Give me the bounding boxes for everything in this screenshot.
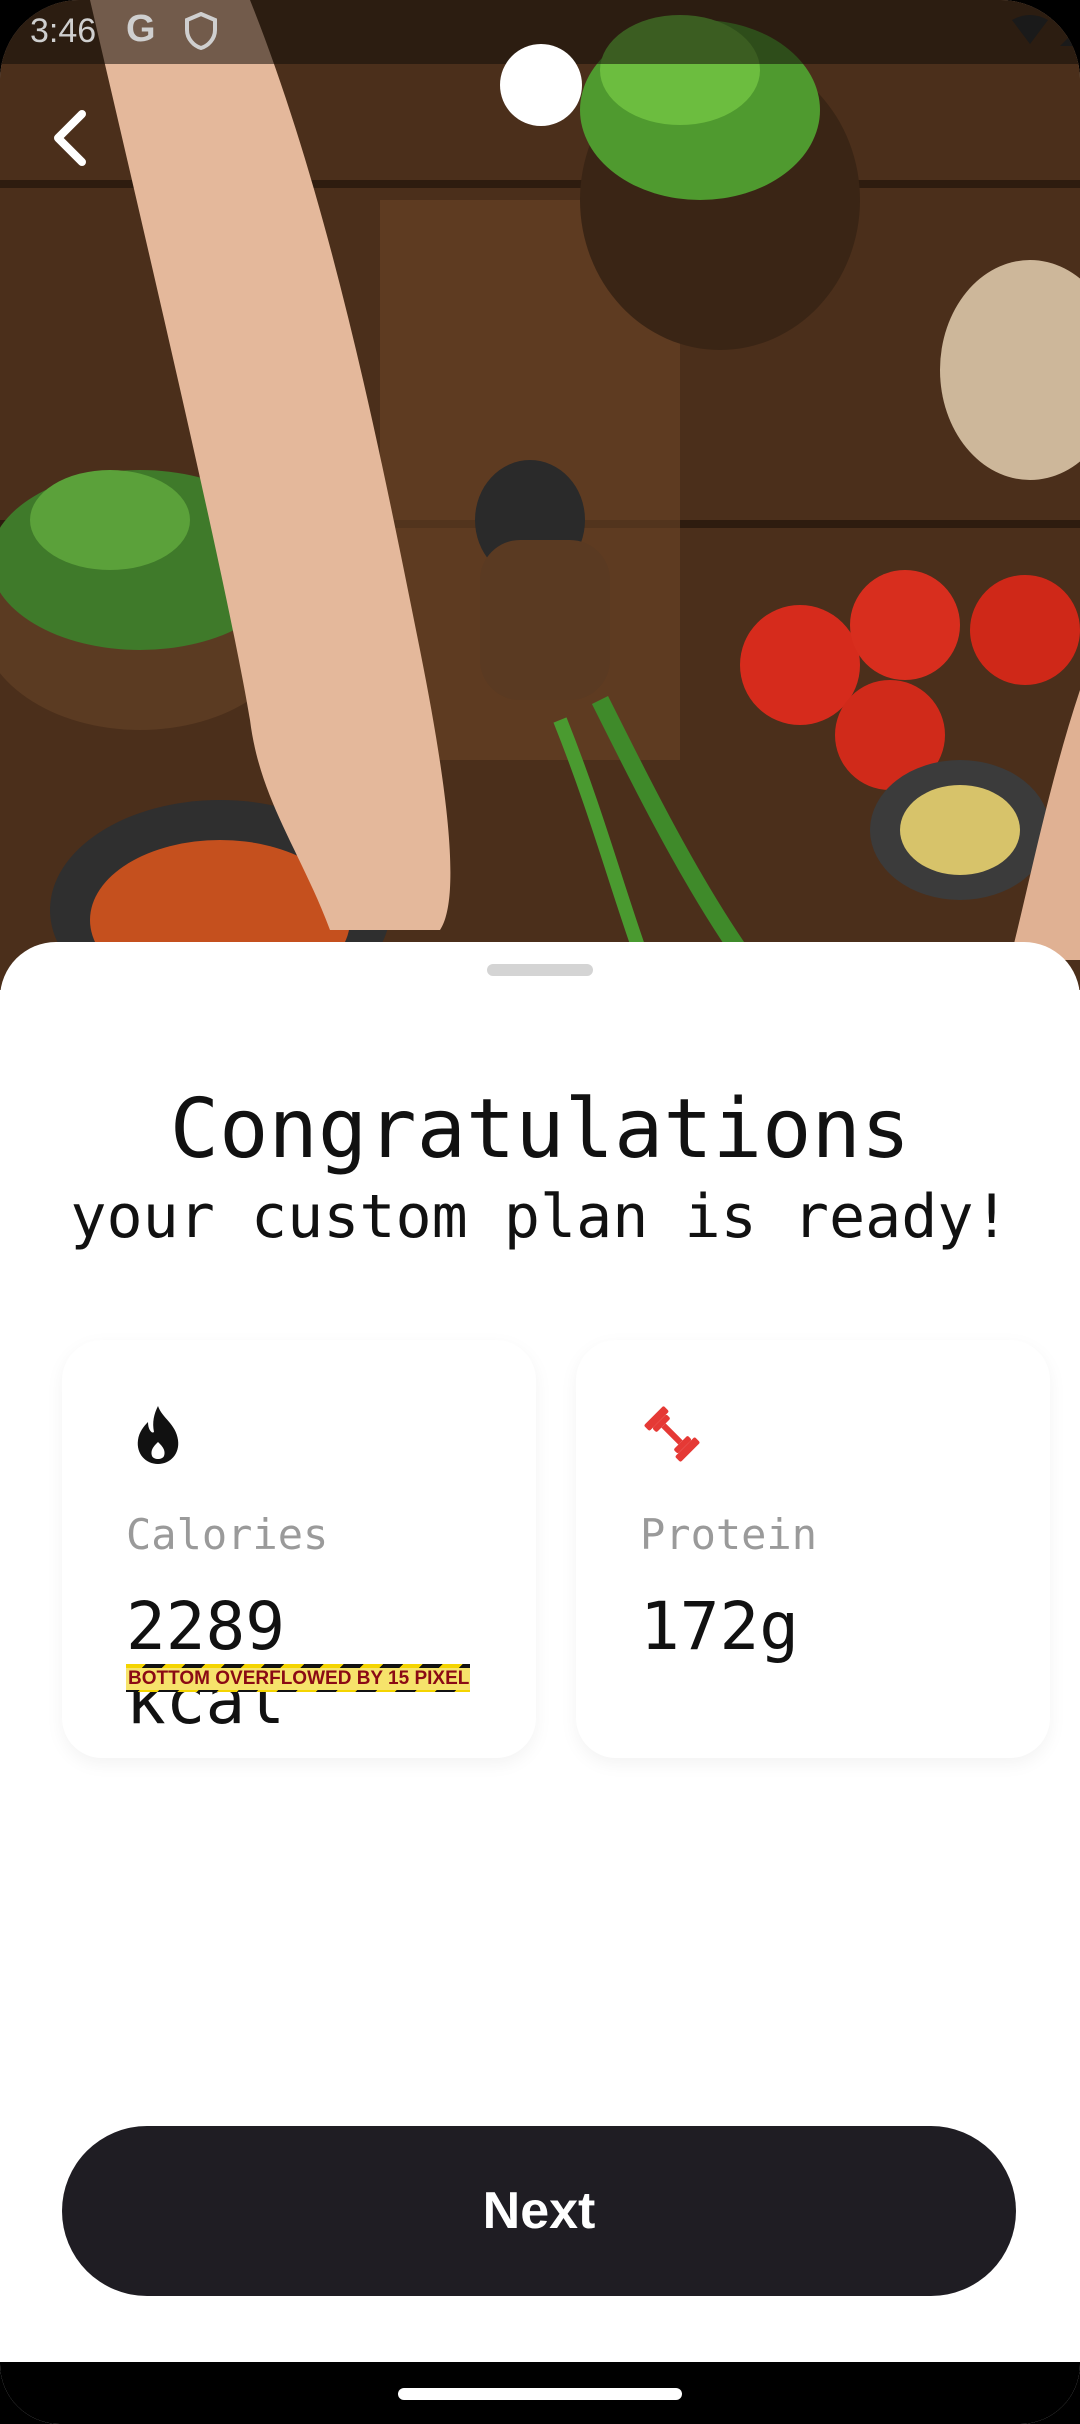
dumbbell-icon [640, 1402, 704, 1466]
sheet-drag-handle[interactable] [487, 964, 593, 976]
chevron-left-icon [54, 110, 86, 166]
page-title: Congratulations [169, 1082, 911, 1177]
calories-card: Calories 2289 kcal BOTTOM OVERFLOWED BY … [62, 1340, 536, 1758]
page-subtitle: your custom plan is ready! [70, 1182, 1010, 1252]
protein-label: Protein [640, 1510, 818, 1559]
app-screen: 3:46 G Congratulations your custom plan … [0, 0, 1080, 2424]
food-photo [0, 0, 1080, 990]
overflow-warning: BOTTOM OVERFLOWED BY 15 PIXELS [126, 1668, 470, 1690]
camera-cutout [500, 44, 582, 126]
back-button[interactable] [40, 100, 100, 176]
hero-image: 3:46 G [0, 0, 1080, 990]
home-gesture-pill[interactable] [398, 2388, 682, 2400]
calories-label: Calories [126, 1510, 329, 1559]
protein-value: 172g [640, 1588, 799, 1665]
google-icon: G [126, 8, 156, 50]
calories-value: 2289 [126, 1588, 285, 1665]
protein-card: Protein 172g [576, 1340, 1050, 1758]
next-button[interactable]: Next [62, 2126, 1016, 2296]
status-time: 3:46 [30, 12, 97, 50]
flame-icon [126, 1402, 190, 1466]
